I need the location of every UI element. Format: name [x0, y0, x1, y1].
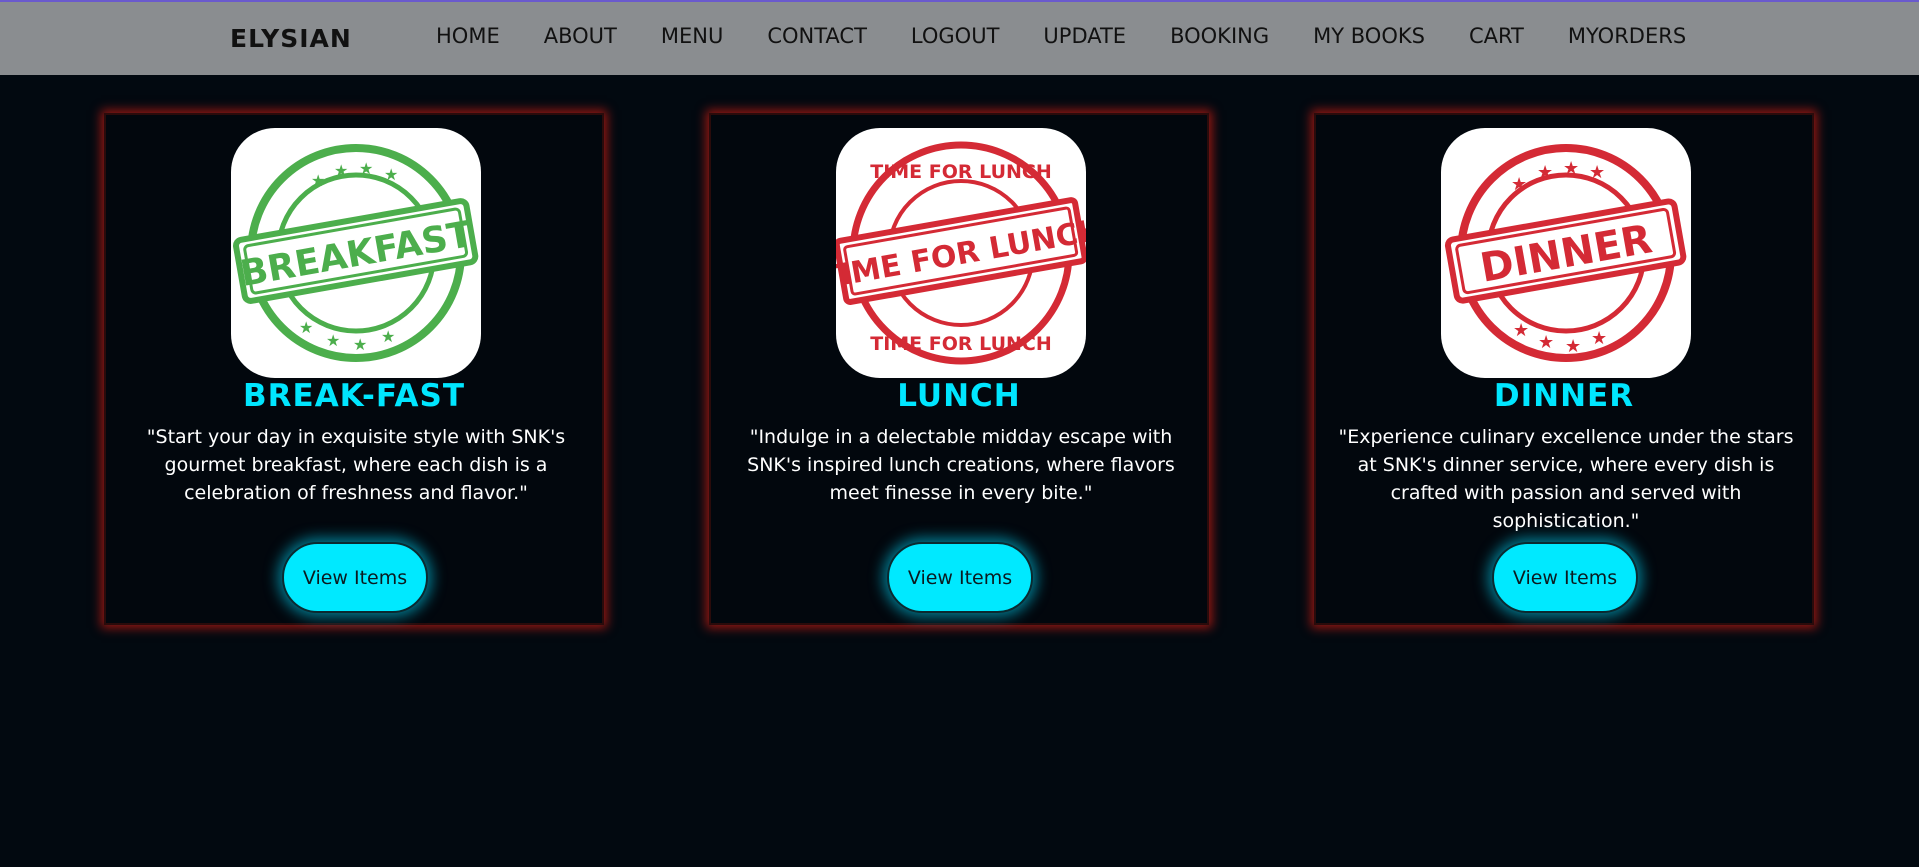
- breakfast-stamp-image: ★ ★ ★ ★ ★ ★ ★ ★ BREAKFAST: [231, 128, 481, 378]
- lunch-description: "Indulge in a delectable midday escape w…: [747, 426, 1175, 504]
- svg-text:★: ★: [384, 165, 398, 184]
- brand-logo[interactable]: ELYSIAN: [230, 24, 352, 53]
- svg-text:★: ★: [1565, 336, 1581, 357]
- svg-text:★: ★: [1538, 332, 1554, 353]
- nav-link-menu[interactable]: MENU: [661, 24, 723, 48]
- svg-text:★: ★: [1511, 174, 1527, 195]
- nav-link-my-books[interactable]: MY BOOKS: [1313, 24, 1425, 48]
- dinner-stamp-icon: ★ ★ ★ ★ ★ ★ ★ ★ DINNER: [1444, 144, 1687, 362]
- nav-link-booking[interactable]: BOOKING: [1170, 24, 1269, 48]
- lunch-stamp-image: TIME FOR LUNCH TIME FOR LUNCH TIME FOR L…: [836, 128, 1086, 378]
- nav-links: HOME ABOUT MENU CONTACT LOGOUT UPDATE BO…: [436, 24, 1730, 48]
- svg-text:★: ★: [1537, 162, 1553, 183]
- svg-text:TIME FOR LUNCH: TIME FOR LUNCH: [870, 161, 1052, 183]
- svg-text:★: ★: [311, 171, 325, 190]
- breakfast-title: BREAK-FAST: [243, 378, 465, 414]
- lunch-view-items-button[interactable]: View Items: [887, 542, 1033, 613]
- breakfast-stamp-icon: ★ ★ ★ ★ ★ ★ ★ ★ BREAKFAST: [232, 144, 479, 362]
- svg-text:★: ★: [1591, 328, 1607, 349]
- dinner-description: "Experience culinary excellence under th…: [1338, 426, 1794, 532]
- nav-link-logout[interactable]: LOGOUT: [911, 24, 999, 48]
- svg-text:★: ★: [1589, 162, 1605, 183]
- svg-text:★: ★: [299, 318, 313, 337]
- nav-link-about[interactable]: ABOUT: [544, 24, 617, 48]
- nav-link-myorders[interactable]: MYORDERS: [1568, 24, 1686, 48]
- dinner-view-items-button[interactable]: View Items: [1492, 542, 1638, 613]
- lunch-title: LUNCH: [897, 378, 1021, 414]
- dinner-title: DINNER: [1493, 378, 1635, 414]
- svg-text:★: ★: [326, 331, 340, 350]
- svg-text:★: ★: [1513, 320, 1529, 341]
- breakfast-view-items-button[interactable]: View Items: [282, 542, 428, 613]
- svg-text:★: ★: [334, 161, 348, 180]
- breakfast-description: "Start your day in exquisite style with …: [146, 426, 566, 504]
- svg-text:★: ★: [359, 159, 373, 178]
- nav-link-cart[interactable]: CART: [1469, 24, 1524, 48]
- top-navbar: ELYSIAN HOME ABOUT MENU CONTACT LOGOUT U…: [0, 0, 1919, 75]
- svg-text:★: ★: [353, 335, 367, 354]
- nav-link-home[interactable]: HOME: [436, 24, 500, 48]
- svg-text:★: ★: [1563, 158, 1579, 179]
- dinner-card: ★ ★ ★ ★ ★ ★ ★ ★ DINNER DINNER "Experienc…: [1314, 113, 1814, 625]
- lunch-stamp-icon: TIME FOR LUNCH TIME FOR LUNCH TIME FOR L…: [836, 141, 1086, 365]
- lunch-card: TIME FOR LUNCH TIME FOR LUNCH TIME FOR L…: [709, 113, 1209, 625]
- svg-text:★: ★: [381, 327, 395, 346]
- dinner-stamp-image: ★ ★ ★ ★ ★ ★ ★ ★ DINNER: [1441, 128, 1691, 378]
- nav-link-contact[interactable]: CONTACT: [767, 24, 867, 48]
- nav-link-update[interactable]: UPDATE: [1043, 24, 1126, 48]
- svg-text:TIME FOR LUNCH: TIME FOR LUNCH: [870, 333, 1052, 355]
- breakfast-card: ★ ★ ★ ★ ★ ★ ★ ★ BREAKFAST BREAK-FAST "St…: [104, 113, 604, 625]
